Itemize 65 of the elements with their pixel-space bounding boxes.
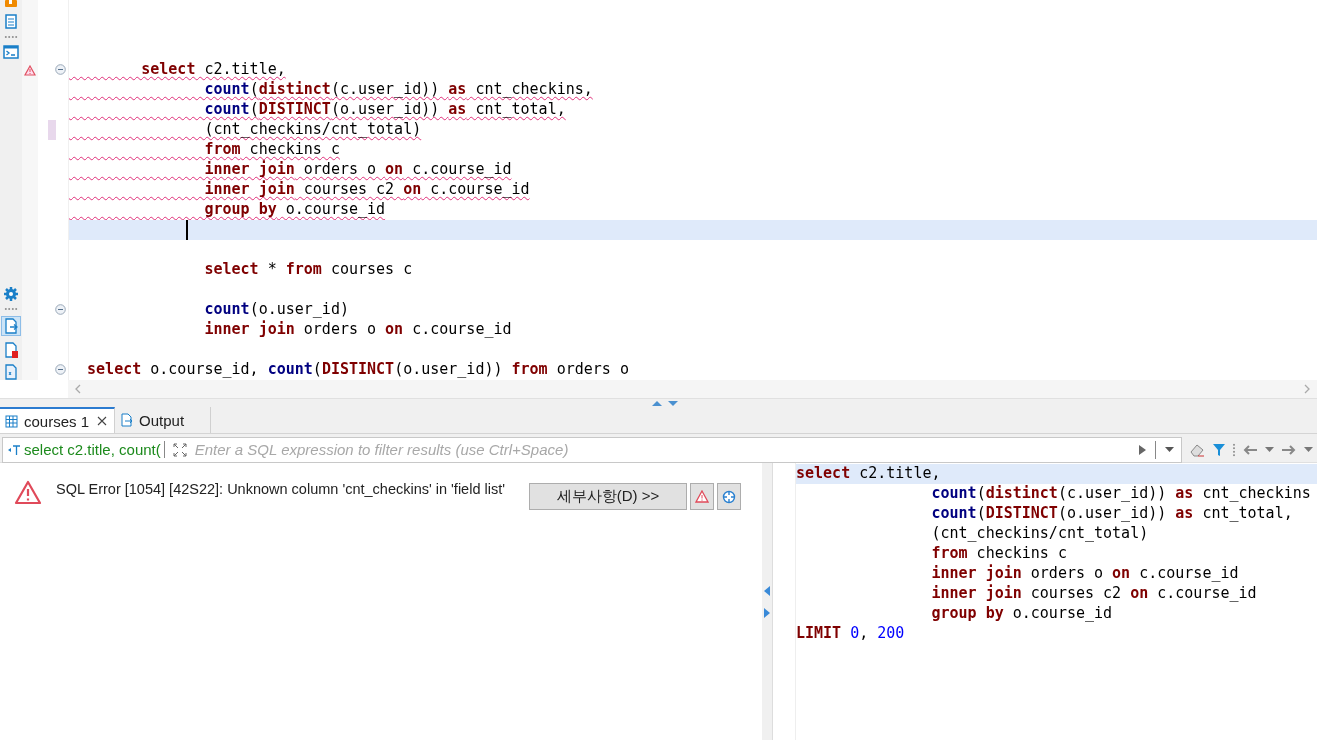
- dropdown-icon[interactable]: [1164, 446, 1175, 453]
- caret-icon[interactable]: [1304, 446, 1313, 453]
- details-button[interactable]: 세부사항(D) >>: [529, 483, 687, 510]
- locate-button[interactable]: [717, 483, 741, 510]
- code-line: inner join orders o on c.course_id: [203, 160, 512, 180]
- code-line: select o.course_id, count(DISTINCT(o.user_id)) from orders o: [86, 360, 629, 380]
- code-line: count(distinct(c.user_id)) as cnt_checkins: [930, 484, 1311, 504]
- code-line: inner join orders o on c.course_id: [203, 320, 512, 340]
- document-arrow-icon: [120, 413, 134, 427]
- scroll-left-icon[interactable]: [74, 384, 82, 394]
- horizontal-scrollbar[interactable]: [68, 380, 1317, 398]
- scroll-right-icon[interactable]: [1303, 384, 1311, 394]
- code-line: count(o.user_id): [203, 300, 349, 320]
- export-button[interactable]: [1, 316, 21, 336]
- error-icon: [14, 480, 42, 505]
- text-caret: [186, 220, 188, 240]
- drag-handle[interactable]: [4, 308, 18, 310]
- sash-arrows-icon[interactable]: [650, 399, 680, 407]
- caret-icon[interactable]: [1265, 446, 1274, 453]
- forward-arrow-icon[interactable]: [1281, 443, 1297, 456]
- code-line: LIMIT 0, 200: [796, 624, 905, 644]
- collapse-icon[interactable]: [55, 304, 66, 315]
- error-message: SQL Error [1054] [42S22]: Unknown column 'cnt_checkins' in 'field list': [56, 480, 506, 499]
- table-icon: [5, 414, 18, 428]
- code-line: select c2.title,: [796, 464, 941, 484]
- collapse-icon[interactable]: [55, 364, 66, 375]
- query-chip[interactable]: select c2.title, count(: [7, 441, 165, 458]
- back-arrow-icon[interactable]: [1242, 443, 1258, 456]
- expand-right-icon[interactable]: [764, 607, 770, 618]
- code-line: count(DISTINCT(o.user_id)) as cnt_total,: [930, 504, 1293, 524]
- crosshair-icon: [722, 489, 736, 504]
- play-icon[interactable]: [1138, 443, 1147, 456]
- document-icon[interactable]: [3, 14, 19, 30]
- code-line: select c2.title,: [140, 60, 286, 80]
- code-line: count(DISTINCT(o.user_id)) as cnt_total,: [203, 100, 566, 120]
- file-error-icon[interactable]: [3, 342, 19, 358]
- drag-handle[interactable]: [1233, 442, 1235, 457]
- code-line: from checkins c: [203, 140, 340, 160]
- terminal-icon[interactable]: [3, 44, 19, 60]
- code-line: inner join orders o on c.course_id: [930, 564, 1239, 584]
- variable-file-icon[interactable]: [3, 364, 19, 380]
- eraser-icon[interactable]: [1189, 442, 1205, 457]
- result-tab[interactable]: Output: [115, 407, 212, 433]
- collapse-icon[interactable]: [55, 64, 66, 75]
- error-log-button[interactable]: [690, 483, 714, 510]
- code-line: inner join courses c2 on c.course_id: [930, 584, 1257, 604]
- bookmark-icon[interactable]: [4, 0, 18, 8]
- filter-icon[interactable]: [1212, 442, 1226, 457]
- code-line: select * from courses c: [203, 260, 413, 280]
- code-line: group by o.course_id: [930, 604, 1113, 624]
- settings-icon[interactable]: [3, 286, 19, 302]
- code-line: from checkins c: [930, 544, 1067, 564]
- close-icon[interactable]: [97, 416, 108, 426]
- result-tab[interactable]: courses 1: [0, 407, 116, 433]
- drag-handle[interactable]: [4, 36, 18, 38]
- code-line: group by o.course_id: [203, 200, 386, 220]
- expand-icon[interactable]: [172, 442, 187, 457]
- collapse-left-icon[interactable]: [764, 585, 770, 596]
- code-line: (cnt_checkins/cnt_total): [930, 524, 1149, 544]
- warning-icon: [695, 490, 709, 503]
- code-line: inner join courses c2 on c.course_id: [203, 180, 530, 200]
- code-line: count(distinct(c.user_id)) as cnt_checkins,: [203, 80, 593, 100]
- expression-icon: [7, 443, 21, 456]
- code-line: (cnt_checkins/cnt_total): [203, 120, 422, 140]
- filter-field[interactable]: select c2.title, count( Enter a SQL expression to filter results (use Ctrl+Space): [2, 436, 1182, 463]
